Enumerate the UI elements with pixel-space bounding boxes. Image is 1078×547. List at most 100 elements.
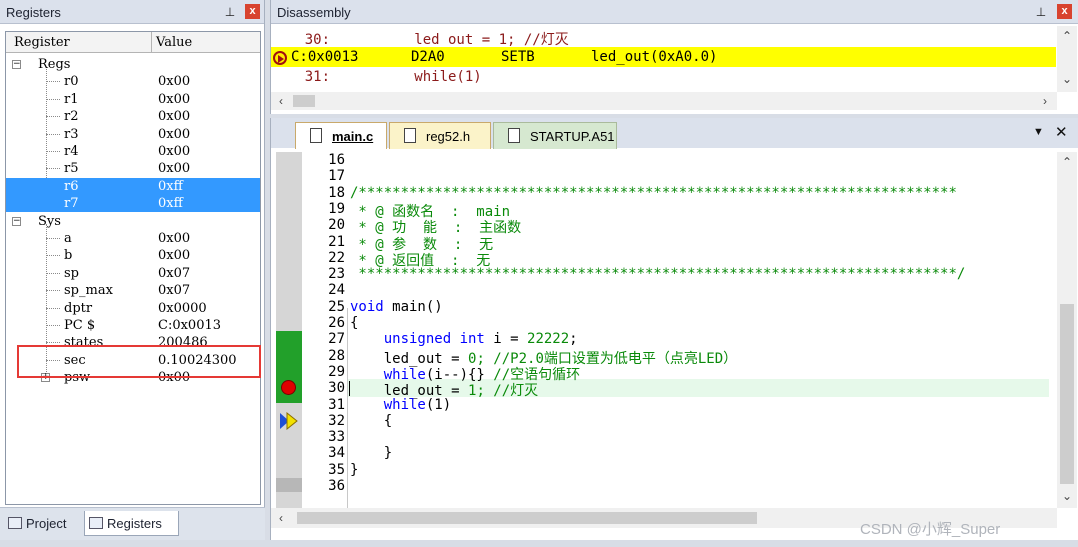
- editor-panel: main.c reg52.h STARTUP.A51 ▼ ✕ 16 17 18 /**…: [270, 118, 1078, 540]
- code-token: while: [350, 396, 426, 413]
- code-line[interactable]: while(1): [350, 397, 451, 413]
- code-line[interactable]: ****************************************…: [350, 266, 965, 282]
- code-line[interactable]: unsigned int i = 22222;: [350, 331, 578, 347]
- register-value: 0xff: [158, 196, 183, 212]
- close-icon[interactable]: x: [1057, 4, 1072, 19]
- registers-panel: Registers ⊥ x Register Value − Regs r0 0x00…: [0, 0, 265, 540]
- register-row[interactable]: dptr 0x0000: [6, 300, 260, 317]
- register-name: r4: [64, 144, 79, 159]
- register-row[interactable]: sp 0x07: [6, 265, 260, 282]
- collapse-icon[interactable]: −: [12, 60, 21, 69]
- register-name: r0: [64, 74, 79, 90]
- register-row[interactable]: r0 0x00: [6, 73, 260, 90]
- code-token: main(): [383, 298, 443, 315]
- close-icon[interactable]: ✕: [1055, 123, 1068, 141]
- register-row[interactable]: a 0x00: [6, 230, 260, 247]
- highlight-box: [17, 345, 261, 378]
- line-number: 27: [328, 331, 345, 348]
- code-line[interactable]: /***************************************…: [350, 185, 957, 201]
- register-row[interactable]: b 0x00: [6, 247, 260, 264]
- register-name: r5: [64, 161, 79, 177]
- register-row[interactable]: r5 0x00: [6, 160, 260, 177]
- tree-group-row[interactable]: − Regs: [6, 56, 260, 73]
- line-number: 29: [328, 363, 345, 380]
- chevron-down-icon[interactable]: ▼: [1033, 126, 1044, 138]
- vscroll-thumb[interactable]: [1060, 304, 1074, 484]
- tree-connector: [46, 290, 60, 292]
- tree-connector: [46, 272, 60, 274]
- scroll-up-icon[interactable]: ⌃: [1059, 28, 1075, 44]
- register-row[interactable]: r4 0x00: [6, 143, 260, 160]
- tab-registers[interactable]: Registers: [84, 511, 179, 536]
- current-instruction-arrow-icon: [273, 51, 287, 65]
- line-number: 24: [328, 282, 345, 299]
- register-row[interactable]: r3 0x00: [6, 126, 260, 143]
- tab-label: main.c: [332, 129, 374, 144]
- hscroll-thumb[interactable]: [293, 95, 315, 107]
- code-token: unsigned int: [350, 331, 485, 348]
- scroll-left-icon[interactable]: ‹: [273, 510, 289, 526]
- register-row[interactable]: r7 0xff: [6, 195, 260, 213]
- scroll-down-icon[interactable]: ⌄: [1059, 488, 1075, 504]
- scroll-left-icon[interactable]: ‹: [273, 93, 289, 109]
- line-number: 32: [328, 412, 345, 429]
- register-row[interactable]: sp_max 0x07: [6, 282, 260, 299]
- register-value: 0x00: [158, 74, 191, 90]
- register-row[interactable]: r6 0xff: [6, 177, 260, 195]
- tab-project[interactable]: Project: [4, 511, 80, 536]
- tab-startup-a51[interactable]: STARTUP.A51: [493, 122, 617, 149]
- code-line[interactable]: }: [350, 445, 392, 461]
- tab-label: STARTUP.A51: [530, 129, 615, 144]
- column-header-register[interactable]: Register: [6, 32, 152, 53]
- line-number: 33: [328, 429, 345, 446]
- code-line[interactable]: {: [350, 413, 392, 429]
- tree-connector: [46, 307, 60, 309]
- code-line[interactable]: }: [350, 462, 358, 478]
- editor-vscroll[interactable]: ⌃ ⌄: [1057, 152, 1077, 508]
- tree-connector: [46, 81, 60, 83]
- project-icon: [8, 517, 22, 529]
- pin-icon[interactable]: ⊥: [222, 4, 238, 20]
- disasm-hscroll[interactable]: ‹ ›: [271, 92, 1057, 110]
- register-row[interactable]: r2 0x00: [6, 108, 260, 125]
- editor-gutter[interactable]: [276, 152, 302, 508]
- close-icon[interactable]: x: [245, 4, 260, 19]
- disasm-line[interactable]: 31: while(1): [271, 67, 1056, 87]
- tab-label: reg52.h: [426, 129, 471, 144]
- disasm-current-line[interactable]: C:0x0013 D2A0 SETB led_out(0xA0.0): [271, 47, 1056, 67]
- tree-connector: [46, 168, 60, 170]
- group-name: Regs: [38, 57, 71, 72]
- line-number: 34: [328, 445, 345, 462]
- tab-registers-label: Registers: [107, 516, 162, 531]
- tree-connector: [46, 116, 60, 118]
- register-tree[interactable]: Register Value − Regs r0 0x00 r1 0x00 r2 0x00 r3…: [5, 31, 261, 505]
- hscroll-thumb[interactable]: [297, 512, 757, 524]
- register-row[interactable]: r1 0x00: [6, 91, 260, 108]
- code-line[interactable]: void main(): [350, 299, 443, 315]
- register-name: r6: [64, 178, 79, 194]
- breakpoint-icon[interactable]: [281, 380, 296, 395]
- tree-connector: [46, 342, 60, 344]
- tab-reg52-h[interactable]: reg52.h: [389, 122, 491, 149]
- register-value: C:0x0013: [158, 318, 222, 333]
- line-number: 21: [328, 233, 345, 250]
- disasm-line[interactable]: 30: led_out = 1; //灯灭: [271, 27, 1056, 48]
- collapse-icon[interactable]: −: [12, 216, 21, 226]
- register-value: 0x00: [158, 144, 191, 159]
- scroll-up-icon[interactable]: ⌃: [1059, 154, 1075, 170]
- register-row[interactable]: PC $ C:0x0013: [6, 317, 260, 334]
- register-name: a: [64, 231, 72, 246]
- pin-icon[interactable]: ⊥: [1033, 4, 1049, 20]
- registers-titlebar: Registers ⊥ x: [0, 0, 264, 24]
- column-header-value[interactable]: Value: [156, 35, 192, 50]
- register-value: 0x0000: [158, 300, 207, 316]
- watermark: CSDN @小辉_Super: [860, 521, 1001, 538]
- register-value: 0x07: [158, 265, 191, 281]
- code-token: ;: [569, 331, 578, 348]
- disasm-vscroll[interactable]: ⌃ ⌄: [1057, 26, 1077, 92]
- scroll-down-icon[interactable]: ⌄: [1059, 71, 1075, 87]
- scroll-right-icon[interactable]: ›: [1037, 93, 1053, 109]
- code-line[interactable]: {: [350, 315, 358, 331]
- tab-main-c[interactable]: main.c: [295, 122, 387, 149]
- tree-group-row[interactable]: − Sys: [6, 213, 260, 230]
